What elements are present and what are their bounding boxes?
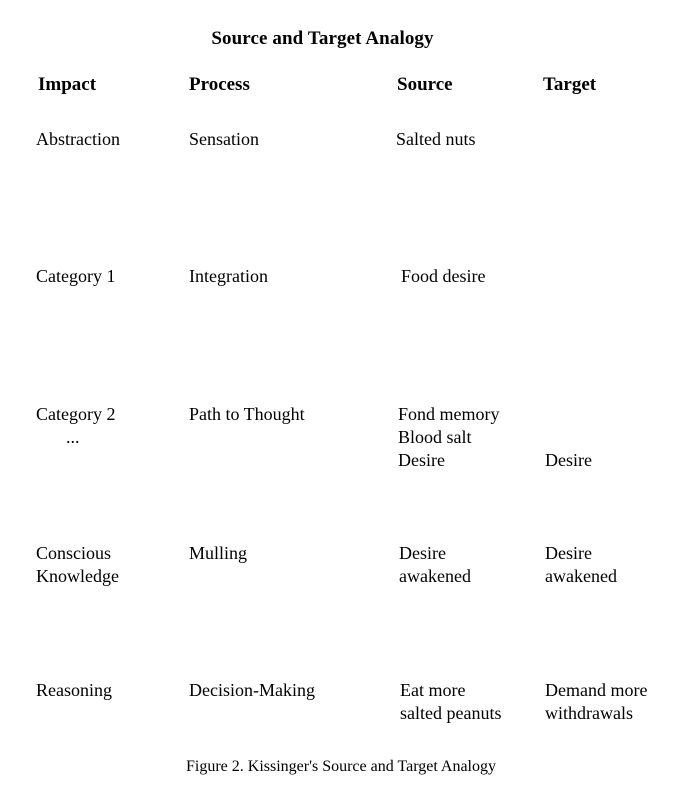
cell-process: Decision-Making xyxy=(189,680,315,700)
cell-process: Integration xyxy=(189,266,268,286)
cell-process: Path to Thought xyxy=(189,404,305,424)
cell-process: Sensation xyxy=(189,129,259,149)
cell-impact: Conscious Knowledge xyxy=(36,543,119,586)
cell-impact: Reasoning xyxy=(36,680,112,700)
cell-impact: Category 2 xyxy=(36,404,116,424)
cell-target: Desire awakened xyxy=(545,543,617,586)
figure-container: Source and Target Analogy Impact Process… xyxy=(0,0,697,800)
cell-source: Food desire xyxy=(401,266,486,286)
cell-source: Eat more salted peanuts xyxy=(400,680,502,723)
column-header-target: Target xyxy=(543,74,597,95)
cell-process: Mulling xyxy=(189,543,248,563)
column-header-source: Source xyxy=(397,74,453,95)
cell-source: Desire awakened xyxy=(399,543,471,586)
column-header-impact: Impact xyxy=(38,74,97,95)
cell-source: Salted nuts xyxy=(396,129,476,149)
cell-impact: Category 1 xyxy=(36,266,116,286)
cell-source: Fond memory Blood salt Desire xyxy=(398,404,500,470)
table-header-row: Impact Process Source Target xyxy=(0,74,697,100)
cell-target: Demand more withdrawals xyxy=(545,680,648,723)
figure-title: Source and Target Analogy xyxy=(211,28,434,49)
column-header-process: Process xyxy=(189,74,250,95)
cell-impact-continuation: ... xyxy=(66,427,80,447)
cell-impact: Abstraction xyxy=(36,129,120,149)
cell-target: Desire xyxy=(545,450,592,470)
figure-caption: Figure 2. Kissinger's Source and Target … xyxy=(185,758,496,775)
